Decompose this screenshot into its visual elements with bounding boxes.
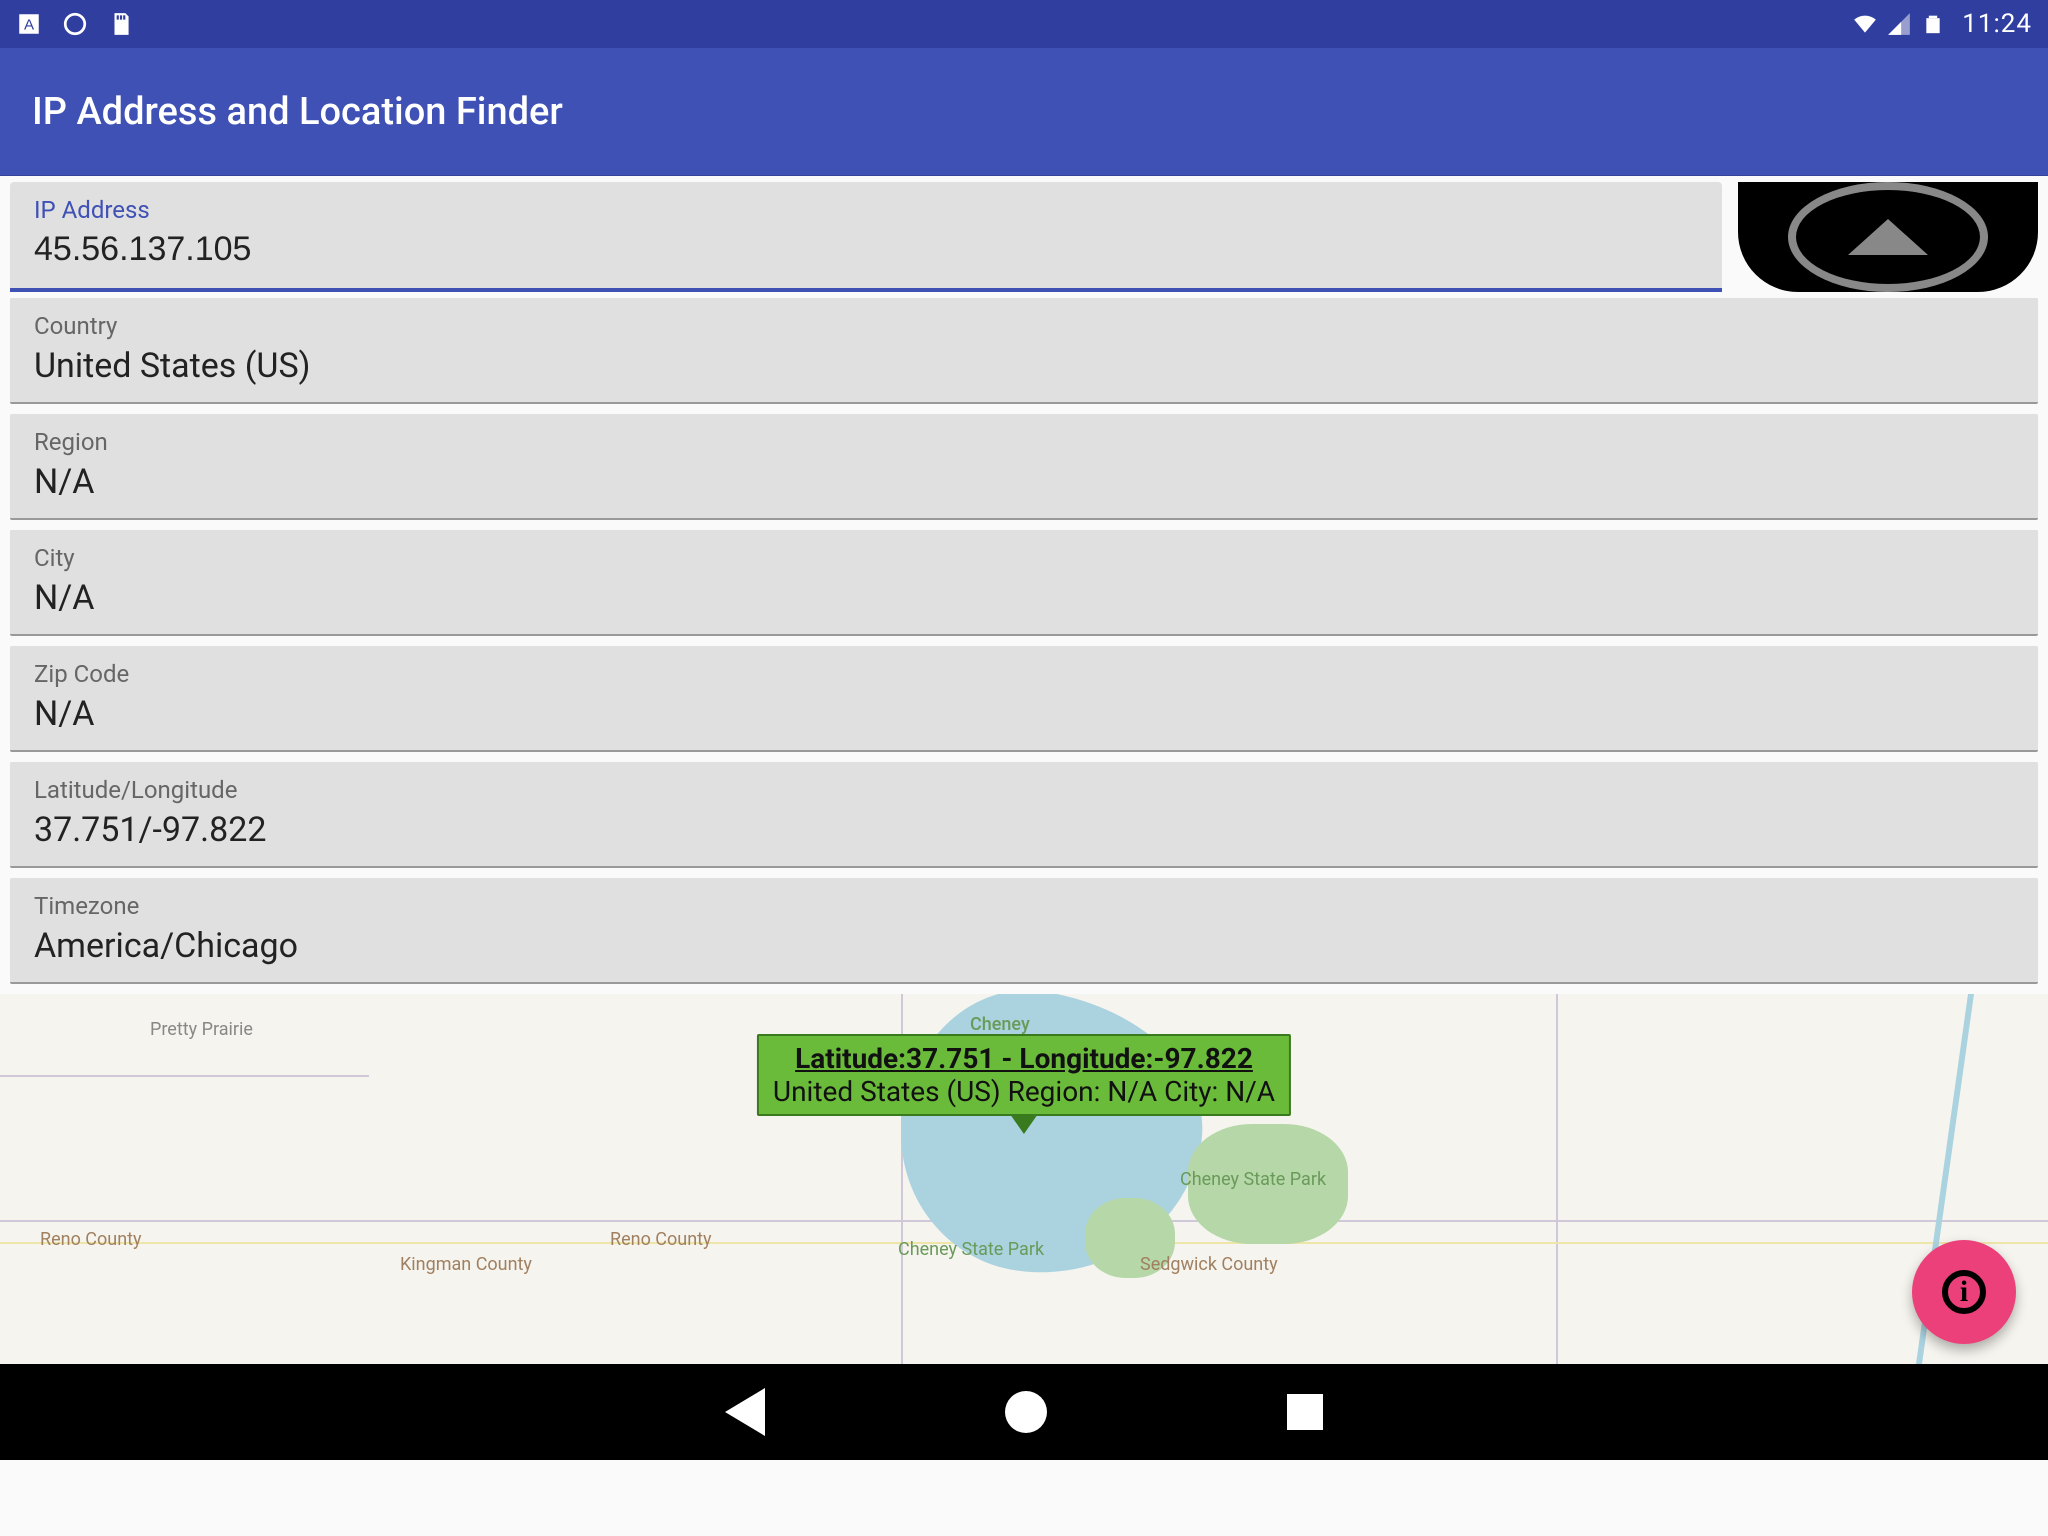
road-line [0,1075,369,1077]
location-fields: Country United States (US) Region N/A Ci… [0,298,2048,984]
region-label: Region [34,428,2014,456]
status-left-icons: A [16,11,134,37]
battery-icon [1920,11,1946,37]
status-right-icons: 11:24 [1852,9,2032,39]
sd-card-icon [108,11,134,37]
circle-indicator-icon [62,11,88,37]
collapse-up-icon [1788,182,1988,292]
home-button[interactable] [1005,1391,1047,1433]
cell-signal-icon [1886,11,1912,37]
timezone-field: Timezone America/Chicago [10,878,2038,984]
map-label-county: Reno County [610,1229,712,1250]
ip-row: IP Address [0,176,2048,298]
country-value: United States (US) [34,346,2014,386]
region-value: N/A [34,462,2014,502]
country-label: Country [34,312,2014,340]
info-icon: i [1942,1270,1986,1314]
callout-subtitle: United States (US) Region: N/A City: N/A [773,1075,1275,1108]
region-field: Region N/A [10,414,2038,520]
map-label-town: Pretty Prairie [150,1019,253,1040]
ip-address-field[interactable]: IP Address [10,182,1722,292]
zip-label: Zip Code [34,660,2014,688]
status-bar: A 11:24 [0,0,2048,48]
ip-address-label: IP Address [34,196,1698,224]
city-label: City [34,544,2014,572]
map-label-county: Reno County [40,1229,142,1250]
map-label-county: Sedgwick County [1140,1254,1278,1275]
latlon-label: Latitude/Longitude [34,776,2014,804]
status-time: 11:24 [1962,9,2032,39]
city-value: N/A [34,578,2014,618]
map-label-town: Cheney [970,1014,1030,1035]
info-fab[interactable]: i [1912,1240,2016,1344]
country-field: Country United States (US) [10,298,2038,404]
map-marker-callout[interactable]: Latitude:37.751 - Longitude:-97.822 Unit… [757,1034,1291,1116]
latlon-field: Latitude/Longitude 37.751/-97.822 [10,762,2038,868]
latlon-value: 37.751/-97.822 [34,810,2014,850]
svg-text:A: A [24,16,35,33]
map-label-park: Cheney State Park [898,1239,988,1260]
city-field: City N/A [10,530,2038,636]
system-nav-bar [0,1364,2048,1460]
wifi-icon [1852,11,1878,37]
app-title: IP Address and Location Finder [32,90,563,134]
county-boundary [1556,994,1558,1364]
back-button[interactable] [725,1388,765,1436]
keyboard-indicator-icon: A [16,11,42,37]
map-view[interactable]: Pretty Prairie Cheney Cheney State Park … [0,994,2048,1364]
map-label-county: Kingman County [400,1254,532,1275]
timezone-value: America/Chicago [34,926,2014,966]
zip-value: N/A [34,694,2014,734]
map-label-park: Cheney State Park [1180,1169,1270,1190]
timezone-label: Timezone [34,892,2014,920]
recent-apps-button[interactable] [1287,1394,1323,1430]
collapse-button[interactable] [1738,182,2038,292]
callout-title: Latitude:37.751 - Longitude:-97.822 [773,1042,1275,1075]
ip-address-input[interactable] [34,230,1698,269]
zip-field: Zip Code N/A [10,646,2038,752]
app-bar: IP Address and Location Finder [0,48,2048,176]
